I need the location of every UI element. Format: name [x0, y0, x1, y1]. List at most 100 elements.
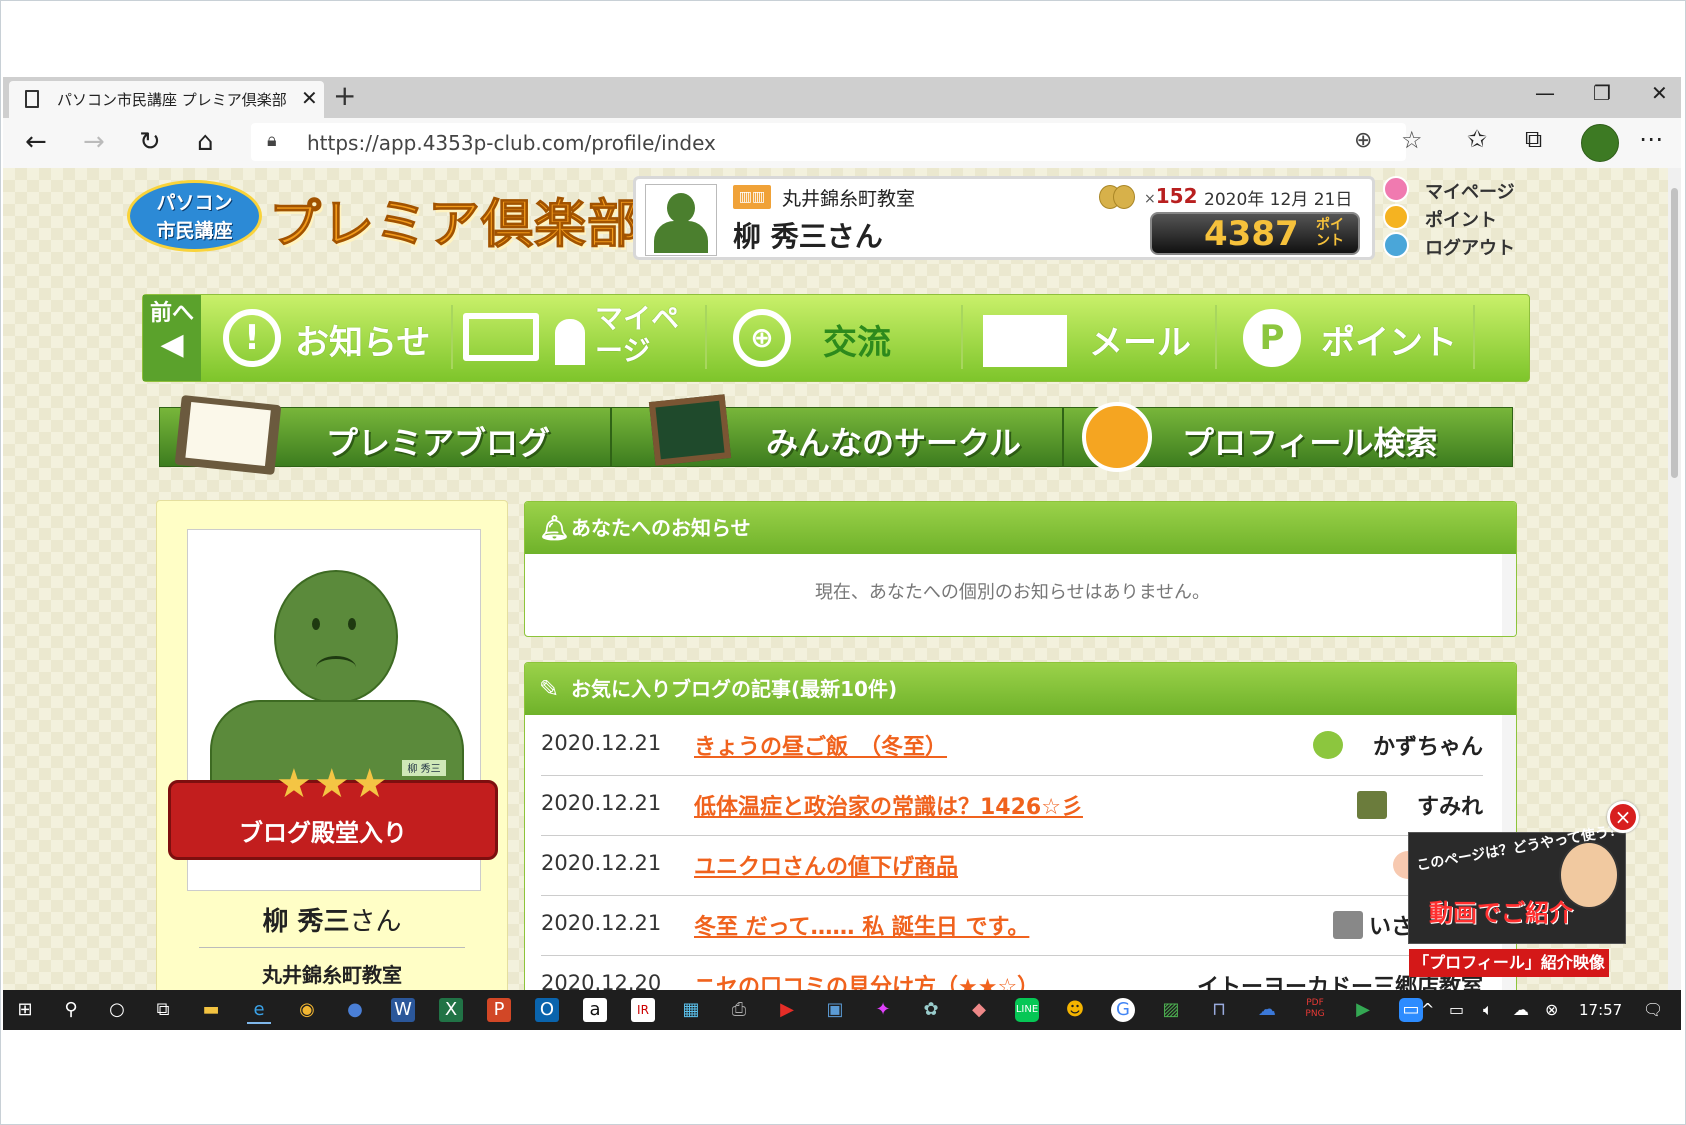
video-widget[interactable]: このページは？どうやって使う？ 動画でご紹介 「プロフィール」紹介映像 [1408, 822, 1626, 977]
blog-title-link[interactable]: ユニクロさんの値下げ商品 [694, 849, 958, 881]
excel-icon[interactable]: X [439, 998, 463, 1022]
back-icon[interactable]: ← [25, 127, 47, 157]
more-icon[interactable]: ⋯ [1639, 125, 1663, 153]
globe-icon: ⊕ [733, 309, 791, 367]
iris-icon[interactable]: IR [631, 998, 655, 1022]
tray-chevron-icon[interactable]: ^ [1421, 1000, 1434, 1019]
zoom-app-icon[interactable]: ▭ [1399, 998, 1423, 1022]
blog-row: 2020.12.21 ユニクロさんの値下げ商品 [541, 835, 1483, 896]
edge-icon[interactable]: e [247, 998, 271, 1024]
blog-author[interactable]: いさ [1369, 909, 1413, 941]
frog-avatar [1313, 731, 1343, 759]
user-name: 柳 秀三さん [733, 220, 883, 253]
url-field[interactable]: 🔒︎ https://app.4353p-club.com/profile/in… [251, 123, 1423, 161]
premia-logo-title[interactable]: プレミア倶楽部 [268, 182, 640, 257]
google-icon[interactable]: G [1111, 998, 1135, 1022]
restore-icon[interactable]: ❐ [1593, 81, 1611, 105]
file-explorer-icon[interactable]: ▬ [199, 998, 223, 1022]
calculator-icon[interactable]: ▦ [679, 998, 703, 1022]
volume-icon[interactable]: 🔈︎ [1483, 1000, 1493, 1020]
url-text: https://app.4353p-club.com/profile/index [307, 131, 716, 155]
favorite-blog-panel: ✎ お気に入りブログの記事(最新10件) 2020.12.21 きょうの昼ご飯 … [524, 662, 1517, 990]
paint-icon[interactable]: ✦ [871, 998, 895, 1022]
video-close-button[interactable]: × [1607, 801, 1639, 833]
link-point[interactable]: ポイント [1383, 204, 1533, 232]
printer-icon[interactable]: ⎙ [727, 998, 751, 1022]
photos-icon[interactable]: ▣ [823, 998, 847, 1022]
points-value: 4387 [1204, 214, 1299, 254]
youtube-icon[interactable]: ▶ [775, 998, 799, 1022]
home-icon[interactable]: ⌂ [197, 127, 214, 157]
back-button[interactable]: 前へ ◀ [143, 295, 201, 381]
browser-tab-bar: パソコン市民講座 プレミア倶楽部 - ✕ + — ❐ ✕ [3, 77, 1681, 118]
palette-icon[interactable]: ✿ [919, 998, 943, 1022]
cloud-icon[interactable]: ☁ [1513, 1000, 1529, 1019]
minimize-icon[interactable]: — [1535, 81, 1555, 105]
pencil-icon: ✎ [539, 675, 560, 703]
line-icon[interactable]: LINE [1015, 998, 1039, 1022]
blog-author[interactable]: かずちゃん [1373, 729, 1483, 761]
task-view-icon[interactable]: ⧉ [151, 998, 175, 1022]
page-scrollbar[interactable] [1668, 168, 1681, 990]
window-close-icon[interactable]: ✕ [1651, 81, 1668, 105]
menu-mypage[interactable]: マイページ [463, 295, 693, 381]
app-icon[interactable]: ◆ [967, 998, 991, 1022]
battery-icon[interactable]: ▭ [1449, 1000, 1464, 1019]
word-icon[interactable]: W [391, 998, 415, 1022]
favorite-star-icon[interactable]: ☆ [1401, 126, 1423, 154]
tab-close-icon[interactable]: ✕ [301, 86, 318, 110]
blog-row: 2020.12.21 低体温症と政治家の常識は？1426☆彡 すみれ [541, 775, 1483, 836]
menu-notice[interactable]: ! お知らせ [223, 295, 445, 381]
people-icon[interactable]: ● [343, 998, 367, 1022]
zoom-icon[interactable]: ⊕ [1354, 128, 1372, 153]
windows-start-icon[interactable]: ⊞ [13, 998, 37, 1022]
pdf-png-icon[interactable]: PDF PNG [1303, 998, 1327, 1022]
browser-tab[interactable]: パソコン市民講座 プレミア倶楽部 - ✕ [9, 81, 324, 118]
inbox-icon[interactable]: ⊓ [1207, 998, 1231, 1022]
sub-menu-profile-search[interactable]: プロフィール検索 [1063, 402, 1513, 472]
outlook-icon[interactable]: O [535, 998, 559, 1022]
link-mypage[interactable]: マイページ [1383, 176, 1533, 204]
blog-author[interactable]: すみれ [1417, 789, 1483, 821]
points-display: 4387 ポイント [1150, 212, 1360, 255]
favorites-icon[interactable]: ✩ [1467, 125, 1487, 153]
flower-avatar [1357, 791, 1387, 819]
onedrive-icon[interactable]: ☁ [1255, 998, 1279, 1022]
mascot-icon[interactable]: ☻ [1063, 998, 1087, 1022]
blog-title-link[interactable]: 低体温症と政治家の常識は？1426☆彡 [694, 789, 1083, 821]
video-caption[interactable]: 「プロフィール」紹介映像 [1409, 949, 1609, 977]
menu-exchange[interactable]: ⊕ 交流 [733, 295, 943, 381]
notice-scrollbar[interactable] [1502, 554, 1516, 636]
sub-menu-circle[interactable]: みんなのサークル [611, 394, 1063, 467]
powerpoint-icon[interactable]: P [487, 998, 511, 1022]
search-icon[interactable]: ⚲ [59, 998, 83, 1022]
blog-title-link[interactable]: 冬至 だって…… 私 誕生日 です。 [694, 909, 1029, 941]
profile-avatar-icon[interactable] [1581, 124, 1619, 162]
menu-mail[interactable]: メール [983, 295, 1198, 381]
clock[interactable]: 17:57 [1579, 1001, 1622, 1019]
blog-title-link[interactable]: ニセの口コミの見分け方（★★☆） [694, 969, 1039, 990]
book-icon [174, 394, 282, 476]
forward-icon[interactable]: → [83, 127, 105, 157]
collections-icon[interactable]: ⧉ [1525, 125, 1542, 153]
refresh-icon[interactable]: ↻ [139, 127, 161, 157]
menu-point[interactable]: P ポイント [1243, 295, 1483, 381]
link-logout[interactable]: ログアウト [1383, 232, 1533, 260]
cortana-icon[interactable]: ○ [105, 998, 129, 1022]
notification-icon[interactable]: 🗨︎ [1643, 1000, 1663, 1019]
amazon-icon[interactable]: a [583, 998, 607, 1022]
blog-row: 2020.12.21 冬至 だって…… 私 誕生日 です。 いさ [541, 895, 1483, 956]
chrome-icon[interactable]: ◉ [295, 998, 319, 1022]
photo-app-icon[interactable]: ▨ [1159, 998, 1183, 1022]
blog-title-link[interactable]: きょうの昼ご飯 （冬至） [694, 729, 947, 761]
play-store-icon[interactable]: ▶ [1351, 998, 1375, 1022]
network-off-icon[interactable]: ⊗ [1545, 1000, 1558, 1019]
video-line2: 動画でご紹介 [1429, 899, 1573, 927]
new-tab-icon[interactable]: + [333, 79, 356, 112]
sub-menu-blog[interactable]: プレミアブログ [159, 394, 611, 476]
coin-icon [1099, 185, 1141, 209]
pasocon-logo[interactable]: パソコン 市民講座 [127, 180, 262, 252]
main-menu: 前へ ◀ ! お知らせ マイページ ⊕ 交流 メール P ポイント [142, 294, 1530, 382]
cat-avatar [1333, 911, 1363, 939]
user-card: ▥▥ 丸井錦糸町教室 柳 秀三さん ×152 2020年 12月 21日 438… [633, 176, 1375, 260]
